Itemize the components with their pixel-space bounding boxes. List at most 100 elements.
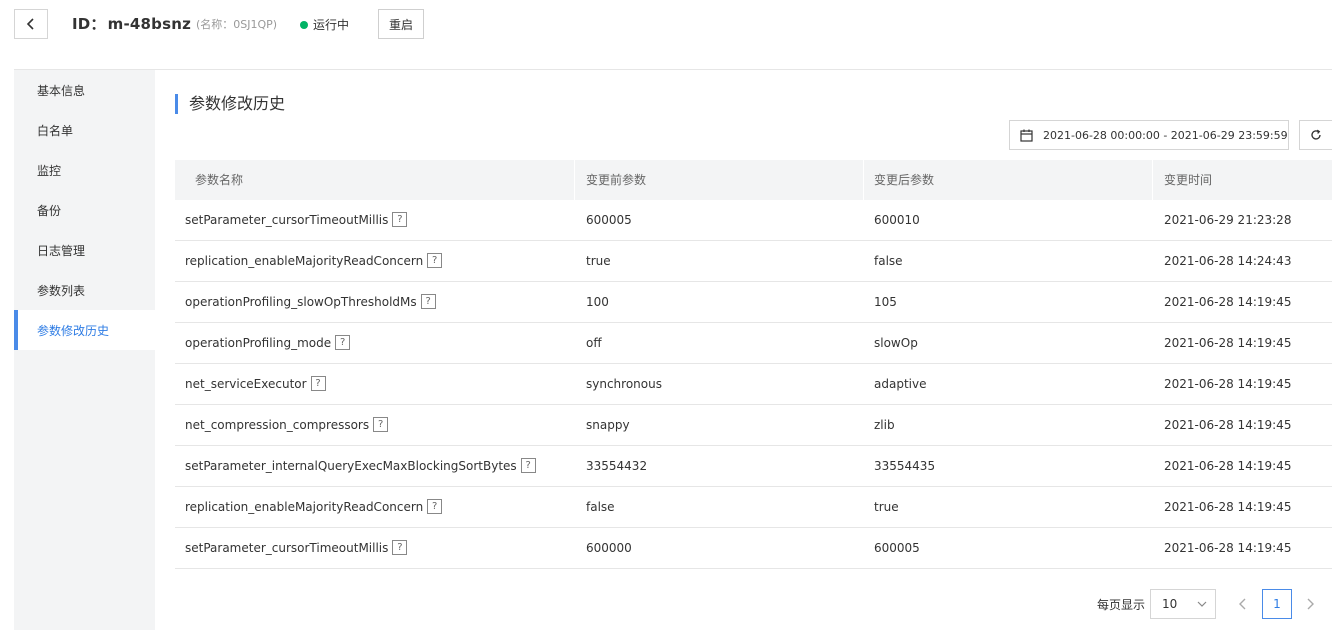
column-divider <box>574 160 575 200</box>
instance-name: (名称：0SJ1QP) <box>196 18 278 31</box>
param-name-cell: operationProfiling_slowOpThresholdMs? <box>185 282 436 322</box>
status-indicator: 运行中 <box>300 16 349 33</box>
section-title: 参数修改历史 <box>175 94 285 114</box>
change-time-cell: 2021-06-28 14:24:43 <box>1164 241 1291 281</box>
help-icon[interactable]: ? <box>335 335 351 350</box>
table-row: replication_enableMajorityReadConcern? fa… <box>175 487 1332 528</box>
calendar-icon <box>1020 129 1033 142</box>
sidebar-item-parameter-list[interactable]: 参数列表 <box>14 270 155 310</box>
table-body: setParameter_cursorTimeoutMillis? 600005 6… <box>175 200 1332 569</box>
after-value-cell: zlib <box>874 405 895 445</box>
help-icon[interactable]: ? <box>420 294 436 309</box>
restart-button[interactable]: 重启 <box>378 9 424 39</box>
page-size-select[interactable]: 10 <box>1150 589 1216 619</box>
param-name-cell: setParameter_cursorTimeoutMillis? <box>185 528 408 568</box>
column-header-time: 变更时间 <box>1164 173 1213 187</box>
param-name-cell-text: net_compression_compressors <box>185 418 370 432</box>
page-header: ID： m-48bsnz (名称：0SJ1QP) 运行中 重启 <box>0 0 1332 50</box>
after-value-cell-text: adaptive <box>874 377 927 391</box>
sidebar-item-monitoring[interactable]: 监控 <box>14 150 155 190</box>
refresh-button[interactable] <box>1299 120 1332 150</box>
before-value-cell: snappy <box>586 405 630 445</box>
after-value-cell: false <box>874 241 903 281</box>
next-page-icon[interactable] <box>1303 596 1317 612</box>
sidebar-item-parameter-history[interactable]: 参数修改历史 <box>14 310 155 350</box>
before-value-cell: 600000 <box>586 528 632 568</box>
before-value-cell: off <box>586 323 602 363</box>
param-name-cell: setParameter_internalQueryExecMaxBlockin… <box>185 446 536 486</box>
chevron-left-icon <box>26 18 34 30</box>
id-label: ID： <box>72 15 106 33</box>
before-value-cell-text: 100 <box>586 295 609 309</box>
help-icon[interactable]: ? <box>392 212 408 227</box>
help-icon[interactable]: ? <box>520 458 536 473</box>
help-icon[interactable]: ? <box>427 499 443 514</box>
parameter-history-table: 参数名称 变更前参数 变更后参数 变更时间 setParameter_curso… <box>175 160 1332 569</box>
after-value-cell: 600010 <box>874 200 920 240</box>
column-divider <box>1152 160 1153 200</box>
back-button[interactable] <box>14 9 48 39</box>
param-name-cell-text: operationProfiling_slowOpThresholdMs <box>185 295 417 309</box>
table-row: replication_enableMajorityReadConcern? tr… <box>175 241 1332 282</box>
help-icon[interactable]: ? <box>373 417 389 432</box>
change-time-cell: 2021-06-29 21:23:28 <box>1164 200 1291 240</box>
param-name-cell-text: net_serviceExecutor <box>185 377 307 391</box>
before-value-cell-text: false <box>586 500 615 514</box>
date-range-value: 2021-06-28 00:00:00 - 2021-06-29 23:59:5… <box>1043 128 1288 142</box>
sidebar-item-whitelist[interactable]: 白名单 <box>14 110 155 150</box>
table-row: operationProfiling_mode? off slowOp 2021-06… <box>175 323 1332 364</box>
column-divider <box>863 160 864 200</box>
param-name-cell-text: operationProfiling_mode <box>185 336 332 350</box>
param-name-cell-text: replication_enableMajorityReadConcern <box>185 500 424 514</box>
page-size-label: 每页显示 <box>1097 598 1146 612</box>
change-time-cell-text: 2021-06-28 14:19:45 <box>1164 500 1292 514</box>
sidebar-item-basic-info[interactable]: 基本信息 <box>14 70 155 110</box>
before-value-cell: false <box>586 487 615 527</box>
param-name-cell: setParameter_cursorTimeoutMillis? <box>185 200 408 240</box>
change-time-cell: 2021-06-28 14:19:45 <box>1164 323 1291 363</box>
sidebar-item-backup[interactable]: 备份 <box>14 190 155 230</box>
before-value-cell: 100 <box>586 282 609 322</box>
page-size-value: 10 <box>1162 597 1178 611</box>
change-time-cell: 2021-06-28 14:19:45 <box>1164 282 1291 322</box>
after-value-cell: 105 <box>874 282 897 322</box>
change-time-cell-text: 2021-06-28 14:19:45 <box>1164 377 1292 391</box>
header-divider <box>14 69 1332 70</box>
help-icon[interactable]: ? <box>392 540 408 555</box>
change-time-cell: 2021-06-28 14:19:45 <box>1164 528 1291 568</box>
help-icon[interactable]: ? <box>310 376 326 391</box>
page-title: ID： m-48bsnz <box>72 13 191 34</box>
after-value-cell: 33554435 <box>874 446 935 486</box>
help-icon[interactable]: ? <box>427 253 443 268</box>
before-value-cell: synchronous <box>586 364 662 404</box>
before-value-cell-text: true <box>586 254 611 268</box>
column-header-before: 变更前参数 <box>586 173 647 187</box>
table-row: setParameter_internalQueryExecMaxBlockin… <box>175 446 1332 487</box>
param-name-cell: replication_enableMajorityReadConcern? <box>185 487 443 527</box>
after-value-cell: true <box>874 487 899 527</box>
change-time-cell-text: 2021-06-28 14:19:45 <box>1164 459 1292 473</box>
change-time-cell-text: 2021-06-29 21:23:28 <box>1164 213 1292 227</box>
param-name-cell-text: setParameter_cursorTimeoutMillis <box>185 541 389 555</box>
table-row: net_serviceExecutor? synchronous adaptive 2… <box>175 364 1332 405</box>
before-value-cell: true <box>586 241 611 281</box>
table-row: setParameter_cursorTimeoutMillis? 600000 6… <box>175 528 1332 569</box>
before-value-cell-text: off <box>586 336 602 350</box>
prev-page-icon[interactable] <box>1236 596 1250 612</box>
before-value-cell-text: 33554432 <box>586 459 648 473</box>
after-value-cell-text: true <box>874 500 899 514</box>
before-value-cell-text: snappy <box>586 418 630 432</box>
change-time-cell: 2021-06-28 14:19:45 <box>1164 405 1291 445</box>
sidebar-item-log-management[interactable]: 日志管理 <box>14 230 155 270</box>
column-header-param-name: 参数名称 <box>195 173 244 187</box>
param-name-cell-text: setParameter_internalQueryExecMaxBlockin… <box>185 459 517 473</box>
param-name-cell: operationProfiling_mode? <box>185 323 351 363</box>
after-value-cell-text: zlib <box>874 418 895 432</box>
status-dot-icon <box>300 20 308 29</box>
after-value-cell: slowOp <box>874 323 918 363</box>
page-number-current[interactable]: 1 <box>1262 589 1292 619</box>
column-header-after: 变更后参数 <box>874 173 935 187</box>
before-value-cell-text: 600005 <box>586 213 632 227</box>
date-range-picker[interactable]: 2021-06-28 00:00:00 - 2021-06-29 23:59:5… <box>1009 120 1289 150</box>
change-time-cell: 2021-06-28 14:19:45 <box>1164 446 1291 486</box>
